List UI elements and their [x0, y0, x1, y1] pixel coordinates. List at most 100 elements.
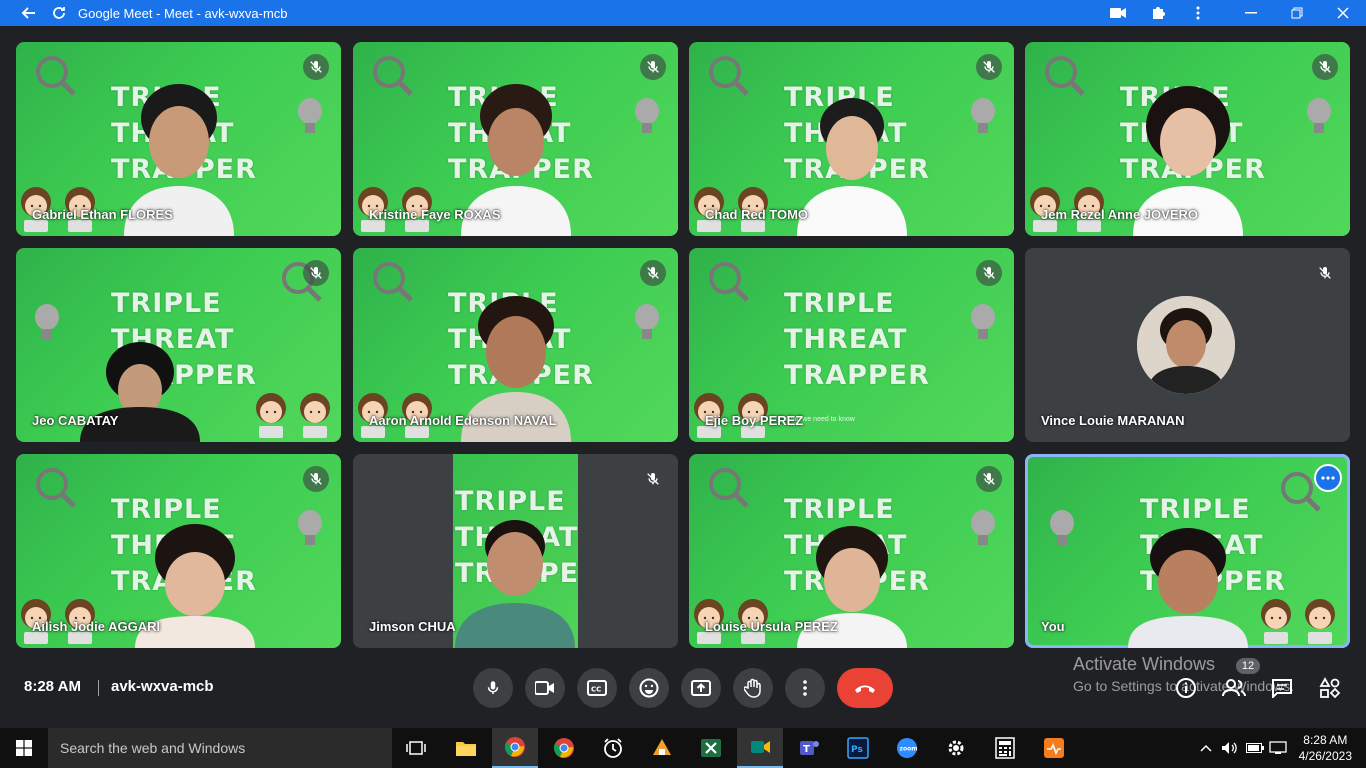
participant-tile[interactable]: TRIPLETHREATTRAPPER Louise Ursula PEREZ: [689, 454, 1014, 648]
present-screen-button[interactable]: [681, 668, 721, 708]
chrome-profile-icon[interactable]: [541, 728, 587, 768]
camera-button[interactable]: [525, 668, 565, 708]
menu-dots-icon[interactable]: [1178, 0, 1218, 26]
system-time: 8:28 AM: [1303, 733, 1348, 747]
zoom-icon[interactable]: zoom: [884, 728, 930, 768]
alarm-clock-icon[interactable]: [590, 728, 636, 768]
participant-tile[interactable]: TRIPLETHREATTRAPPER Jimson CHUA: [353, 454, 678, 648]
activities-icon[interactable]: [1316, 672, 1344, 704]
mic-off-icon: [303, 54, 329, 80]
participant-name: Jeo CABATAY: [32, 413, 119, 428]
search-placeholder: Search the web and Windows: [60, 740, 246, 756]
svg-text:CC: CC: [591, 686, 601, 694]
lightbulb-icon: [971, 98, 995, 133]
participant-name: Gabriel Ethan FLORES: [32, 207, 173, 222]
extensions-icon[interactable]: [1138, 0, 1178, 26]
magnifier-icon: [709, 468, 749, 508]
reactions-button[interactable]: [629, 668, 669, 708]
file-explorer-icon[interactable]: [443, 728, 489, 768]
windows-taskbar: Search the web and Windows T Ps zoom 8:2…: [0, 728, 1366, 768]
mic-off-icon: [640, 466, 666, 492]
participant-tile[interactable]: TRIPLETHREATTRAPPER Jem Rezel Anne JOVER…: [1025, 42, 1350, 236]
background-text: TRIPLETHREATTRAPPER: [784, 288, 930, 391]
chrome-icon[interactable]: [492, 728, 538, 768]
participant-tile[interactable]: TRIPLE THREAT TRAPPER What we need to know…: [689, 248, 1014, 442]
participant-tile[interactable]: TRIPLE THREAT TRAPPER Jeo CABATAY: [16, 248, 341, 442]
participant-tile[interactable]: TRIPLETHREATTRAPPER Gabriel Ethan FLORES: [16, 42, 341, 236]
end-call-button[interactable]: [837, 668, 893, 708]
cartoon-kids: [1030, 187, 1104, 232]
restore-icon[interactable]: [1274, 0, 1320, 26]
participant-name: Jem Rezel Anne JOVERO: [1041, 207, 1199, 222]
excel-icon[interactable]: [688, 728, 734, 768]
mic-off-icon: [640, 54, 666, 80]
cartoon-kids: [358, 393, 432, 438]
mic-off-icon: [303, 260, 329, 286]
back-icon[interactable]: [14, 0, 44, 26]
window-titlebar: Google Meet - Meet - avk-wxva-mcb: [0, 0, 1366, 26]
settings-gear-icon[interactable]: [933, 728, 979, 768]
participant-name: Ailish Jodie AGGARI: [32, 619, 161, 634]
participant-name: Chad Red TOMO: [705, 207, 809, 222]
app-orange-icon[interactable]: [639, 728, 685, 768]
mic-off-icon: [976, 54, 1002, 80]
people-icon[interactable]: [1220, 672, 1248, 704]
participant-name: You: [1041, 619, 1065, 634]
participant-video: TRIPLETHREATTRAPPER: [453, 454, 578, 648]
meeting-details-icon[interactable]: [1172, 672, 1200, 704]
participant-grid: TRIPLETHREATTRAPPER Gabriel Ethan FLORES…: [16, 42, 1350, 648]
participant-tile[interactable]: TRIPLETHREATTRAPPER Chad Red TOMO: [689, 42, 1014, 236]
participant-name: Aaron Arnold Edenson NAVAL: [369, 413, 557, 428]
camera-status-icon[interactable]: [1098, 0, 1138, 26]
lightbulb-icon: [1307, 98, 1331, 133]
participant-tile[interactable]: TRIPLETHREATTRAPPER Kristine Faye ROXAS: [353, 42, 678, 236]
tray-chevron-icon[interactable]: [1196, 728, 1216, 768]
lightbulb-icon: [35, 304, 59, 339]
self-tile[interactable]: TRIPLETHREATTRAPPER You: [1025, 454, 1350, 648]
participant-name: Vince Louie MARANAN: [1041, 413, 1185, 428]
cartoon-kids: [694, 393, 768, 438]
magnifier-icon: [373, 56, 413, 96]
health-app-icon[interactable]: [1031, 728, 1077, 768]
raise-hand-button[interactable]: [733, 668, 773, 708]
more-options-button[interactable]: [785, 668, 825, 708]
mic-off-icon: [303, 466, 329, 492]
avatar: [1137, 296, 1235, 394]
cartoon-kids: [256, 393, 330, 438]
battery-icon[interactable]: [1244, 728, 1266, 768]
lightbulb-icon: [635, 98, 659, 133]
taskbar-search[interactable]: Search the web and Windows: [48, 728, 392, 768]
magnifier-icon: [709, 262, 749, 302]
magnifier-icon: [373, 262, 413, 302]
chat-icon[interactable]: [1268, 672, 1296, 704]
svg-text:T: T: [803, 744, 810, 755]
photoshop-icon[interactable]: Ps: [835, 728, 881, 768]
mic-off-icon: [976, 466, 1002, 492]
cartoon-kids: [694, 599, 768, 644]
lightbulb-icon: [635, 304, 659, 339]
system-clock[interactable]: 8:28 AM 4/26/2023: [1299, 732, 1352, 764]
participant-tile[interactable]: TRIPLETHREATTRAPPER Ailish Jodie AGGARI: [16, 454, 341, 648]
minimize-icon[interactable]: [1228, 0, 1274, 26]
calculator-icon[interactable]: [982, 728, 1028, 768]
network-icon[interactable]: [1266, 728, 1290, 768]
participant-video: [1127, 528, 1248, 648]
divider: [98, 680, 99, 696]
captions-button[interactable]: CC: [577, 668, 617, 708]
volume-icon[interactable]: [1218, 728, 1242, 768]
close-icon[interactable]: [1320, 0, 1366, 26]
cartoon-kids: [358, 187, 432, 232]
participant-name: Kristine Faye ROXAS: [369, 207, 501, 222]
microphone-button[interactable]: [473, 668, 513, 708]
windows-start-icon[interactable]: [0, 728, 48, 768]
participant-tile[interactable]: Vince Louie MARANAN: [1025, 248, 1350, 442]
meet-app-icon[interactable]: [737, 728, 783, 768]
reload-icon[interactable]: [44, 0, 74, 26]
lightbulb-icon: [971, 510, 995, 545]
task-view-icon[interactable]: [393, 728, 439, 768]
more-options-button[interactable]: [1314, 464, 1342, 492]
participant-name: Ejie Boy PEREZ: [705, 413, 804, 428]
participant-name: Jimson CHUA: [369, 619, 456, 634]
teams-icon[interactable]: T: [786, 728, 832, 768]
participant-tile[interactable]: TRIPLETHREATTRAPPER Aaron Arnold Edenson…: [353, 248, 678, 442]
